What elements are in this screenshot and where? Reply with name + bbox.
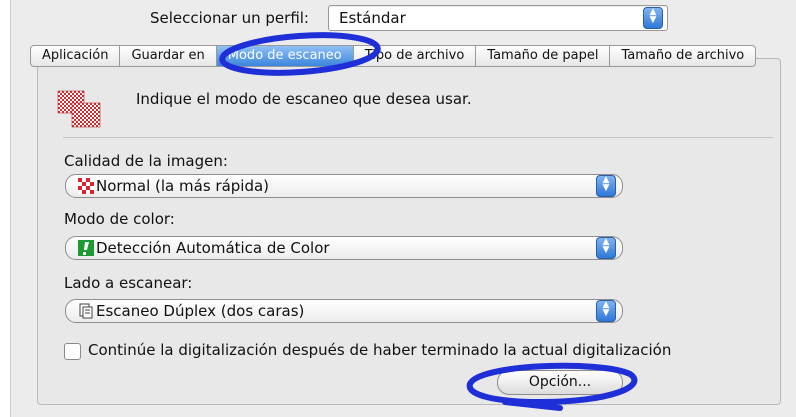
chevron-updown-icon: ▲ ▼ [596,237,616,259]
image-quality-label: Calidad de la imagen: [64,152,228,170]
color-mode-label: Modo de color: [64,210,175,228]
divider [63,137,773,138]
auto-color-icon [78,240,94,256]
tab-file-size[interactable]: Tamaño de archivo [610,45,757,67]
profile-label: Seleccionar un perfil: [150,9,309,27]
image-quality-select[interactable]: Normal (la más rápida) ▲ ▼ [65,174,623,198]
chevron-updown-icon: ▲ ▼ [596,300,616,322]
checker-quality-icon [78,178,94,194]
tab-save-to[interactable]: Guardar en [120,45,217,67]
intro-text: Indique el modo de escaneo que desea usa… [136,90,472,108]
color-mode-select[interactable]: Detección Automática de Color ▲ ▼ [65,236,623,260]
tab-application[interactable]: Aplicación [30,45,121,67]
scan-side-value: Escaneo Dúplex (dos caras) [96,302,305,320]
scan-settings-window: Seleccionar un perfil: Estándar ▲ ▼ Aplic… [0,0,796,417]
image-quality-value: Normal (la más rápida) [96,177,270,195]
tab-bar: Aplicación Guardar en Modo de escaneo Ti… [30,45,757,67]
tab-scan-mode[interactable]: Modo de escaneo [216,45,354,67]
profile-value: Estándar [339,9,406,27]
color-mode-value: Detección Automática de Color [96,239,330,257]
tab-paper-size[interactable]: Tamaño de papel [476,45,611,67]
duplex-page-icon [79,303,93,319]
chevron-updown-icon: ▲ ▼ [596,175,616,197]
left-edge [0,0,11,417]
continue-scan-label: Continúe la digitalización después de ha… [88,341,672,359]
option-button[interactable]: Opción... [497,370,623,395]
scan-side-label: Lado a escanear: [64,274,193,292]
continue-scan-checkbox[interactable] [64,343,81,360]
scan-side-select[interactable]: Escaneo Dúplex (dos caras) ▲ ▼ [65,299,623,323]
tab-file-type[interactable]: Tipo de archivo [353,45,477,67]
scan-mode-icon [57,90,101,128]
chevron-updown-icon: ▲ ▼ [643,7,663,29]
profile-select[interactable]: Estándar ▲ ▼ [328,5,668,31]
